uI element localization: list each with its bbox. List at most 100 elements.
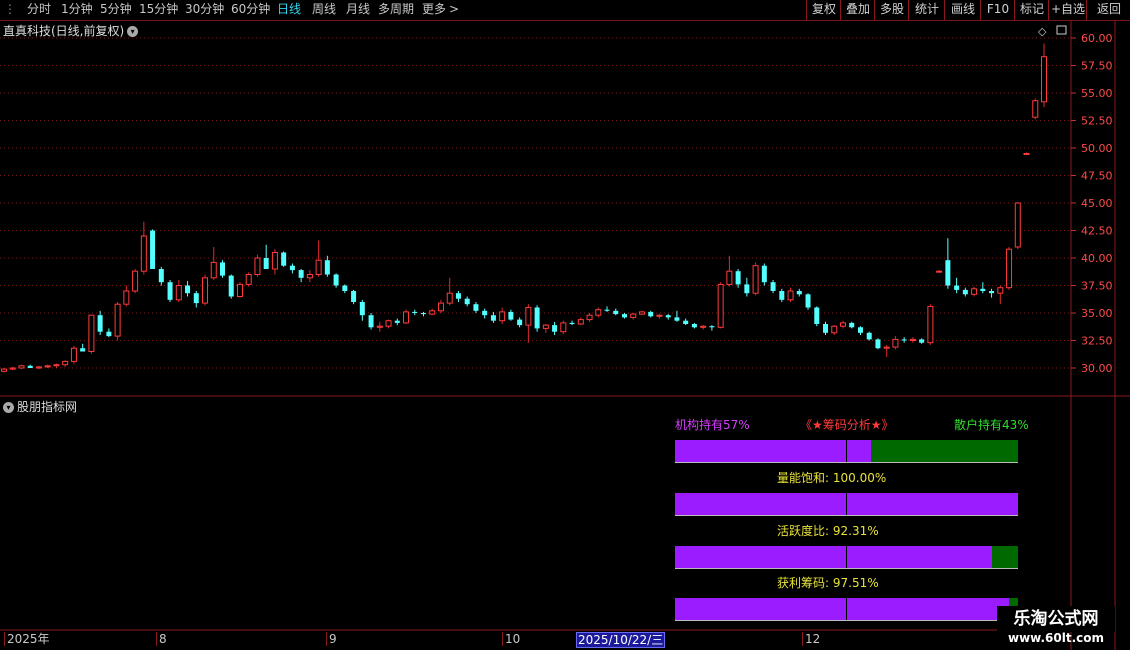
candle-body-down — [150, 230, 156, 269]
candle-body-down — [394, 320, 400, 323]
indicator-title[interactable]: ▾ 股朋指标网 — [3, 398, 77, 415]
candle-body-down — [674, 317, 680, 321]
candle-body-down — [333, 274, 339, 286]
period-tab-6[interactable]: 日线 — [277, 0, 301, 20]
candle-body-up — [787, 290, 794, 301]
indicator-bar-baseline-3 — [675, 620, 1018, 621]
candle-body-down — [27, 365, 33, 368]
timeline-label-2: 9 — [326, 632, 337, 646]
candle-body-up — [254, 257, 261, 275]
indicator-row-label-2: 活跃度比: 92.31% — [777, 524, 879, 538]
candle-body-up — [210, 261, 217, 279]
candle-body-up — [53, 364, 60, 367]
candle-body-up — [638, 311, 645, 315]
indicator-title-text: 股朋指标网 — [17, 400, 78, 414]
toolbar-button-5[interactable]: F10 — [980, 0, 1015, 20]
period-tab-10[interactable]: 更多 — [422, 0, 446, 20]
period-tab-2[interactable]: 5分钟 — [100, 0, 132, 20]
candle-body-down — [814, 307, 820, 324]
candle-body-up — [376, 325, 383, 328]
candle-body-down — [298, 270, 304, 278]
toolbar-button-6[interactable]: 标记 — [1014, 0, 1049, 20]
candle-body-up — [245, 274, 252, 285]
price-tick-label: 57.50 — [1081, 60, 1113, 73]
candle-body-up — [114, 303, 121, 337]
retail-holding-label: 散户持有43% — [954, 418, 1029, 432]
candle-body-down — [823, 324, 829, 333]
period-tab-9[interactable]: 多周期 — [378, 0, 414, 20]
chevron-down-icon[interactable]: ▾ — [127, 26, 139, 37]
indicator-row-label-3: 获利筹码: 97.51% — [777, 576, 879, 590]
period-tab-7[interactable]: 周线 — [312, 0, 336, 20]
candle-body-down — [648, 311, 654, 317]
period-tab-5[interactable]: 60分钟 — [231, 0, 270, 20]
chevron-down-icon[interactable]: ▾ — [3, 402, 14, 413]
candle-body-down — [989, 291, 995, 294]
candle-body-down — [857, 327, 863, 333]
candle-body-down — [80, 348, 86, 352]
timeline-label-4: 12 — [802, 632, 820, 646]
candle-body-up — [62, 360, 69, 366]
indicator-bar-baseline-1 — [675, 515, 1018, 516]
candle-body-down — [351, 291, 357, 302]
price-tick-label: 42.50 — [1081, 225, 1113, 238]
period-tab-8[interactable]: 月线 — [346, 0, 370, 20]
candle-body-down — [420, 313, 426, 315]
period-tab-0[interactable]: 分时 — [27, 0, 51, 20]
candle-body-up — [700, 325, 707, 328]
price-tick-label: 32.50 — [1081, 335, 1113, 348]
institution-holding-label: 机构持有57% — [675, 418, 750, 432]
candle-body-up — [971, 288, 978, 295]
indicator-bar-green-0 — [871, 440, 1018, 463]
candle-body-up — [385, 320, 392, 327]
chart-title[interactable]: 直真科技(日线,前复权) ▾ — [3, 22, 139, 39]
candle-body-down — [324, 260, 330, 275]
candle-body-down — [106, 331, 112, 337]
candle-body-down — [866, 332, 872, 340]
candle-body-down — [954, 285, 960, 290]
toolbar-button-8[interactable]: 返回 — [1086, 0, 1130, 20]
candle-body-down — [945, 260, 951, 286]
grip-icon[interactable]: ⋮ — [4, 0, 16, 20]
candle-body-down — [490, 315, 496, 321]
candle-body-down — [709, 326, 715, 328]
candle-body-down — [167, 282, 173, 300]
period-tab-3[interactable]: 15分钟 — [139, 0, 178, 20]
toolbar-button-3[interactable]: 统计 — [908, 0, 945, 20]
candle-body-down — [569, 322, 575, 324]
window-icon — [1056, 25, 1067, 35]
candle-body-up — [175, 285, 182, 301]
chart-title-text: 直真科技(日线,前复权) — [3, 24, 125, 38]
indicator-bar-purple-3 — [675, 598, 1009, 621]
candle-body-down — [552, 325, 558, 332]
candle-body-up — [437, 302, 444, 312]
candle-body-down — [359, 302, 365, 316]
price-tick-label: 50.00 — [1081, 142, 1113, 155]
period-tab-4[interactable]: 30分钟 — [185, 0, 224, 20]
toolbar-button-1[interactable]: 叠加 — [840, 0, 875, 20]
candle-body-up — [88, 314, 95, 353]
period-tab-1[interactable]: 1分钟 — [61, 0, 93, 20]
candle-body-up — [936, 270, 943, 273]
candle-body-down — [281, 252, 287, 266]
toolbar-button-2[interactable]: 多股 — [874, 0, 909, 20]
timeline-label-1: 8 — [156, 632, 167, 646]
candle-body-down — [735, 271, 741, 285]
candle-body-up — [892, 338, 899, 348]
price-tick-label: 47.50 — [1081, 170, 1113, 183]
toolbar-button-4[interactable]: 画线 — [944, 0, 981, 20]
candle-body-up — [752, 265, 759, 294]
toolbar-button-0[interactable]: 复权 — [806, 0, 841, 20]
candle-body-down — [901, 339, 907, 341]
candle-body-up — [883, 346, 890, 349]
candle-body-up — [595, 309, 602, 316]
toolbar-button-7[interactable]: +自选 — [1048, 0, 1087, 20]
indicator-bar-purple-2 — [675, 546, 992, 569]
candle-body-up — [909, 338, 916, 341]
candle-body-up — [70, 347, 77, 362]
candle-body-up — [271, 252, 278, 270]
candle-body-up — [630, 313, 637, 318]
candle-body-up — [306, 274, 313, 279]
more-chevron-icon[interactable]: > — [449, 0, 459, 20]
candle-body-down — [796, 291, 802, 295]
